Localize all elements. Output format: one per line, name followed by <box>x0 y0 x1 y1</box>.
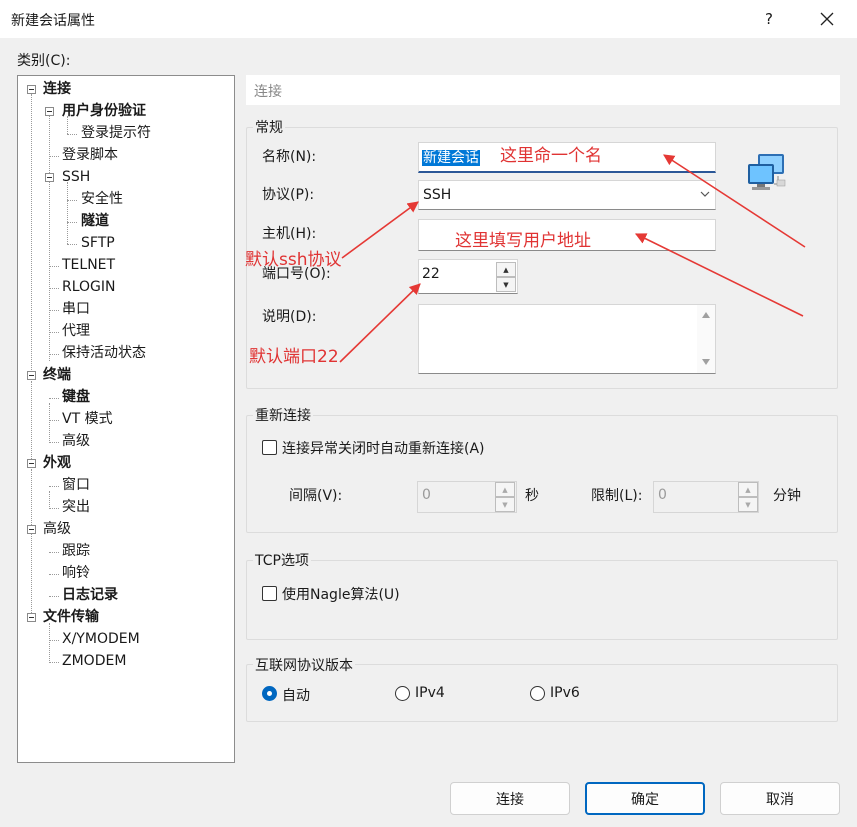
network-computer-icon <box>748 154 786 190</box>
interval-label: 间隔(V): <box>289 488 343 504</box>
tree-item-terminal[interactable]: 终端 <box>43 365 71 385</box>
description-scrollbar[interactable] <box>697 305 715 373</box>
title-bar <box>0 0 857 38</box>
interval-unit: 秒 <box>525 488 539 504</box>
tree-item-tunnel[interactable]: 隧道 <box>81 211 109 231</box>
tcp-group-title: TCP选项 <box>253 550 311 570</box>
chevron-down-icon <box>700 191 710 197</box>
host-label: 主机(H): <box>262 226 317 242</box>
interval-increment-button: ▲ <box>495 482 515 497</box>
reconnect-group <box>246 415 838 533</box>
tree-collapse-icon[interactable] <box>45 107 54 116</box>
ipv4-label[interactable]: IPv4 <box>415 685 445 701</box>
tree-item-file-transfer[interactable]: 文件传输 <box>43 607 99 627</box>
tree-item-terminal-advanced[interactable]: 高级 <box>62 431 90 451</box>
help-button[interactable]: ? <box>752 2 786 36</box>
annotation-protocol-hint: 默认ssh协议 <box>245 250 342 270</box>
tree-collapse-icon[interactable] <box>27 85 36 94</box>
ip-auto-radio[interactable] <box>262 686 277 701</box>
category-tree[interactable]: 连接 用户身份验证 登录提示符 登录脚本 SSH 安全性 隧道 SFTP TEL… <box>17 75 235 763</box>
tree-item-security[interactable]: 安全性 <box>81 189 123 209</box>
tree-item-sftp[interactable]: SFTP <box>81 233 115 253</box>
ip-version-group-title: 互联网协议版本 <box>253 655 355 675</box>
tree-item-bell[interactable]: 响铃 <box>62 563 90 583</box>
nagle-label[interactable]: 使用Nagle算法(U) <box>282 584 400 604</box>
annotation-host-hint: 这里填写用户地址 <box>455 231 591 251</box>
tree-item-login-prompt[interactable]: 登录提示符 <box>81 123 151 143</box>
tree-item-ssh[interactable]: SSH <box>62 167 90 187</box>
tree-collapse-icon[interactable] <box>27 613 36 622</box>
tree-item-trace[interactable]: 跟踪 <box>62 541 90 561</box>
port-decrement-button[interactable]: ▼ <box>496 277 516 292</box>
tree-item-proxy[interactable]: 代理 <box>62 321 90 341</box>
annotation-port-hint: 默认端口22 <box>249 347 339 367</box>
tree-item-serial[interactable]: 串口 <box>62 299 90 319</box>
protocol-select[interactable]: SSH <box>418 180 716 210</box>
ipv6-radio[interactable] <box>530 686 545 701</box>
tree-item-login-script[interactable]: 登录脚本 <box>62 145 118 165</box>
tree-item-advanced[interactable]: 高级 <box>43 519 71 539</box>
interval-value: 0 <box>422 487 431 503</box>
limit-unit: 分钟 <box>773 488 801 504</box>
close-button[interactable] <box>808 2 846 36</box>
protocol-select-value: SSH <box>423 187 452 203</box>
annotation-name-hint: 这里命一个名 <box>500 146 602 166</box>
window-title: 新建会话属性 <box>11 13 95 29</box>
description-label: 说明(D): <box>262 309 317 325</box>
port-increment-button[interactable]: ▲ <box>496 262 516 277</box>
tree-item-user-auth[interactable]: 用户身份验证 <box>62 101 146 121</box>
limit-increment-button: ▲ <box>738 482 758 497</box>
description-textarea[interactable] <box>418 304 716 374</box>
limit-label: 限制(L): <box>591 488 643 504</box>
tree-item-vt-mode[interactable]: VT 模式 <box>62 409 113 429</box>
tree-collapse-icon[interactable] <box>27 371 36 380</box>
name-input-value: 新建会话 <box>422 150 480 166</box>
auto-reconnect-label[interactable]: 连接异常关闭时自动重新连接(A) <box>282 438 485 458</box>
tree-item-zmodem[interactable]: ZMODEM <box>62 651 126 671</box>
category-label: 类别(C): <box>17 53 71 69</box>
auto-reconnect-checkbox[interactable] <box>262 440 277 455</box>
limit-decrement-button: ▼ <box>738 497 758 512</box>
general-group-title: 常规 <box>253 117 285 137</box>
reconnect-group-title: 重新连接 <box>253 405 313 425</box>
tree-item-window[interactable]: 窗口 <box>62 475 90 495</box>
close-icon <box>820 12 834 26</box>
port-input-value: 22 <box>422 266 440 282</box>
tree-item-keyboard[interactable]: 键盘 <box>62 387 90 407</box>
limit-value: 0 <box>658 487 667 503</box>
name-label: 名称(N): <box>262 149 317 165</box>
tree-item-telnet[interactable]: TELNET <box>62 255 115 275</box>
tree-collapse-icon[interactable] <box>27 525 36 534</box>
protocol-label: 协议(P): <box>262 187 315 203</box>
tree-item-appearance[interactable]: 外观 <box>43 453 71 473</box>
tree-collapse-icon[interactable] <box>27 459 36 468</box>
interval-decrement-button: ▼ <box>495 497 515 512</box>
panel-header: 连接 <box>246 75 840 105</box>
tree-item-rlogin[interactable]: RLOGIN <box>62 277 116 297</box>
tree-item-logging[interactable]: 日志记录 <box>62 585 118 605</box>
tree-item-highlight[interactable]: 突出 <box>62 497 90 517</box>
tree-item-connection[interactable]: 连接 <box>43 79 71 99</box>
tree-item-xymodem[interactable]: X/YMODEM <box>62 629 140 649</box>
scroll-down-icon[interactable] <box>701 358 711 366</box>
tree-item-keepalive[interactable]: 保持活动状态 <box>62 343 146 363</box>
ipv4-radio[interactable] <box>395 686 410 701</box>
connect-button[interactable]: 连接 <box>450 782 570 815</box>
nagle-checkbox[interactable] <box>262 586 277 601</box>
ip-auto-label[interactable]: 自动 <box>282 685 310 705</box>
tree-collapse-icon[interactable] <box>45 173 54 182</box>
scroll-up-icon[interactable] <box>701 311 711 319</box>
ipv6-label[interactable]: IPv6 <box>550 685 580 701</box>
cancel-button[interactable]: 取消 <box>720 782 840 815</box>
ok-button[interactable]: 确定 <box>585 782 705 815</box>
